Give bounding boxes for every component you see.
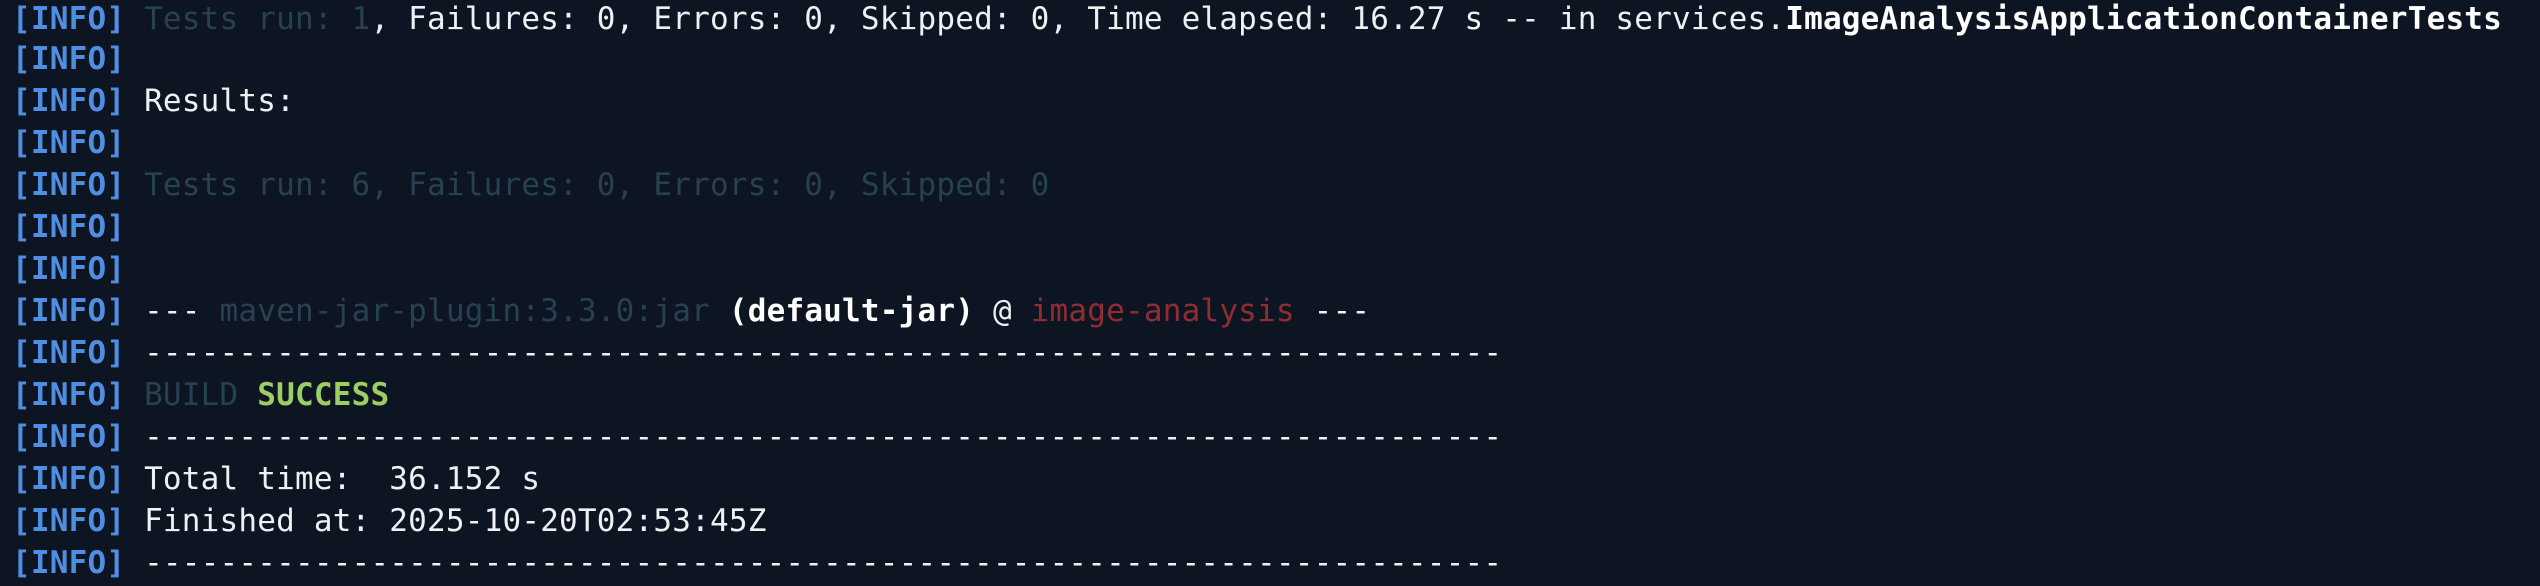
info-tag: [INFO] (12, 461, 126, 497)
plugin-goal: (default-jar) (728, 293, 975, 329)
separator: ----------------------------------------… (144, 545, 1503, 581)
info-tag: [INFO] (12, 125, 126, 161)
info-tag: [INFO] (12, 209, 126, 245)
info-tag: [INFO] (12, 293, 126, 329)
blank-info-line: [INFO] (12, 206, 2540, 248)
total-tests-line: [INFO] Tests run: 6, Failures: 0, Errors… (12, 164, 2540, 206)
build-status: SUCCESS (257, 377, 390, 413)
info-tag: [INFO] (12, 83, 126, 119)
plugin-line-suffix: --- (1294, 293, 1371, 329)
terminal-output[interactable]: [INFO] Tests run: 1, Failures: 0, Errors… (0, 0, 2540, 586)
separator-line: [INFO] ---------------------------------… (12, 332, 2540, 374)
plugin-name: maven-jar-plugin:3.3.0:jar (219, 293, 710, 329)
info-tag: [INFO] (12, 41, 126, 77)
blank-info-line: [INFO] (12, 38, 2540, 80)
info-tag: [INFO] (12, 377, 126, 413)
info-tag: [INFO] (12, 503, 126, 539)
separator: ----------------------------------------… (144, 335, 1503, 371)
info-tag: [INFO] (12, 1, 126, 37)
blank-info-line: [INFO] (12, 248, 2540, 290)
results-header-line: [INFO] Results: (12, 80, 2540, 122)
total-time-text: Total time: 36.152 s (144, 461, 541, 497)
test-class-result-line: [INFO] Tests run: 1, Failures: 0, Errors… (12, 0, 2540, 38)
info-tag: [INFO] (12, 251, 126, 287)
test-summary-text: , Failures: 0, Errors: 0, Skipped: 0, Ti… (370, 1, 1786, 37)
info-tag: [INFO] (12, 545, 126, 581)
artifact-separator: @ (974, 293, 1031, 329)
tests-run-count: Tests run: 1 (144, 1, 371, 37)
total-time-line: [INFO] Total time: 36.152 s (12, 458, 2540, 500)
blank-info-line: [INFO] (12, 122, 2540, 164)
info-tag: [INFO] (12, 167, 126, 203)
build-result-line: [INFO] BUILD SUCCESS (12, 374, 2540, 416)
finished-at-line: [INFO] Finished at: 2025-10-20T02:53:45Z (12, 500, 2540, 542)
separator-line: [INFO] ---------------------------------… (12, 542, 2540, 584)
separator: ----------------------------------------… (144, 419, 1503, 455)
plugin-execution-line: [INFO] --- maven-jar-plugin:3.3.0:jar (d… (12, 290, 2540, 332)
info-tag: [INFO] (12, 335, 126, 371)
artifact-name: image-analysis (1030, 293, 1295, 329)
info-tag: [INFO] (12, 419, 126, 455)
separator-line: [INFO] ---------------------------------… (12, 416, 2540, 458)
finished-at-text: Finished at: 2025-10-20T02:53:45Z (144, 503, 767, 539)
plugin-line-prefix: --- (144, 293, 220, 329)
build-label: BUILD (144, 377, 239, 413)
test-class-name: ImageAnalysisApplicationContainerTests (1785, 1, 2503, 37)
results-label: Results: (144, 83, 295, 119)
total-tests-summary: Tests run: 6, Failures: 0, Errors: 0, Sk… (144, 167, 1050, 203)
